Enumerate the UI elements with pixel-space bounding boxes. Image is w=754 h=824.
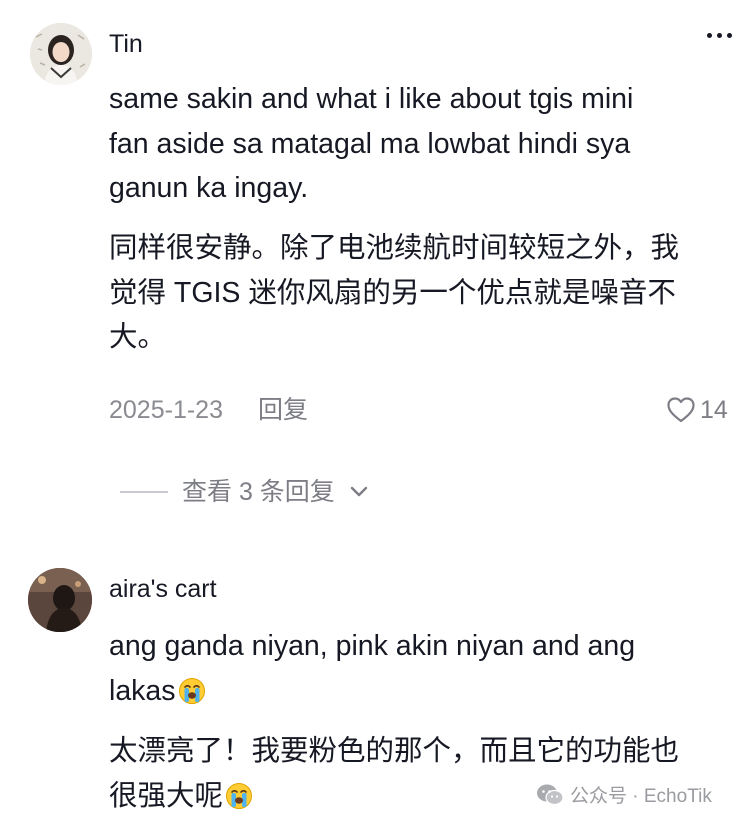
chevron-down-icon bbox=[350, 486, 367, 497]
reply-button[interactable]: 回复 bbox=[258, 395, 308, 425]
heart-icon bbox=[667, 397, 695, 423]
comment-username[interactable]: Tin bbox=[109, 29, 143, 59]
translation-line: 大。 bbox=[109, 321, 167, 353]
comment-date: 2025-1-23 bbox=[109, 396, 223, 424]
view-replies-label: 查看 3 条回复 bbox=[182, 478, 335, 506]
comment-translation: 同样很安静。除了电池续航时间较短之外，我 觉得 TGIS 迷你风扇的另一个优点就… bbox=[109, 226, 679, 360]
more-options-dot bbox=[717, 33, 722, 38]
comment-item: Tin same sakin and what i like about tgi… bbox=[0, 0, 754, 540]
avatar[interactable] bbox=[30, 23, 92, 85]
more-options-dot bbox=[727, 33, 732, 38]
watermark: 公众号 · EchoTik bbox=[536, 781, 712, 808]
comment-text-line-with-emoji: lakas bbox=[109, 669, 635, 714]
comment-text-fragment: lakas bbox=[109, 674, 176, 707]
watermark-text: 公众号 · EchoTik bbox=[570, 786, 712, 807]
loudly-crying-face-icon bbox=[226, 782, 253, 809]
avatar-image bbox=[30, 23, 92, 85]
translation-fragment: 很强大呢 bbox=[109, 779, 224, 812]
loudly-crying-face-icon bbox=[178, 677, 205, 704]
more-options-button[interactable] bbox=[707, 33, 732, 38]
wechat-icon bbox=[537, 784, 564, 805]
like-button[interactable]: 14 bbox=[666, 395, 728, 425]
comment-text: ang ganda niyan, pink akin niyan and ang… bbox=[109, 624, 635, 713]
comment-text-line: fan aside sa matagal ma lowbat hindi sya bbox=[109, 127, 631, 160]
more-options-icon bbox=[707, 33, 712, 38]
translation-line: 同样很安静。除了电池续航时间较短之外，我 bbox=[109, 232, 680, 264]
like-count: 14 bbox=[700, 396, 728, 424]
comment-text-line: ang ganda niyan, pink akin niyan and ang bbox=[109, 630, 636, 662]
comment-text: same sakin and what i like about tgis mi… bbox=[109, 77, 633, 211]
comment-text-line: same sakin and what i like about tgis mi… bbox=[109, 83, 634, 115]
avatar-image bbox=[28, 568, 92, 632]
divider-line bbox=[120, 491, 168, 493]
translation-line: 觉得 TGIS 迷你风扇的另一个优点就是噪音不 bbox=[109, 276, 676, 309]
avatar[interactable] bbox=[28, 568, 92, 632]
comment-text-line: ganun ka ingay. bbox=[109, 172, 309, 204]
translation-line: 太漂亮了！我要粉色的那个，而且它的功能也 bbox=[109, 735, 680, 767]
view-replies-button[interactable]: 查看 3 条回复 bbox=[120, 477, 369, 507]
comment-username[interactable]: aira's cart bbox=[109, 574, 217, 604]
